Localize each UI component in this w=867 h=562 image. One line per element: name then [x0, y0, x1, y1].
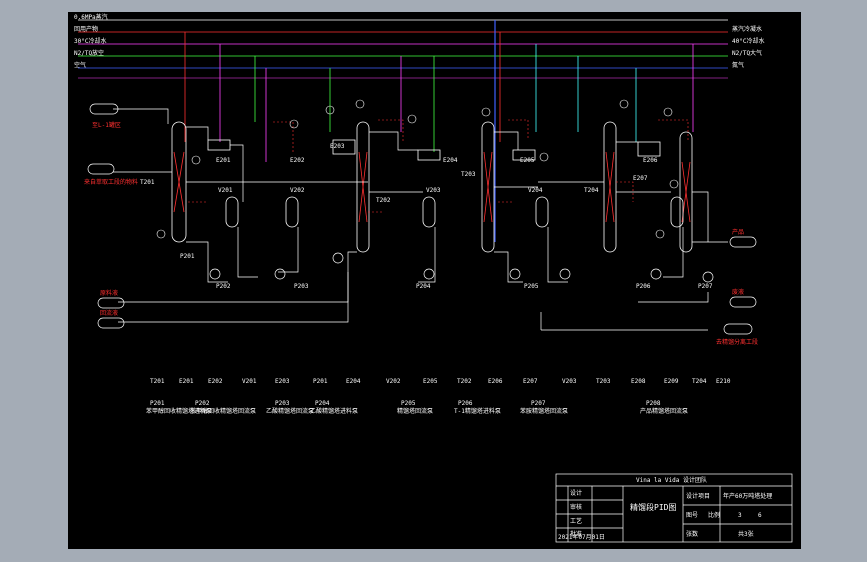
utility-label-0: 0.6MPa蒸汽: [74, 13, 108, 21]
legend-header: T201 E201 E202 V201 E203 P201 E204 V202 …: [150, 378, 731, 385]
io-label-top-left: 至L-1罐区: [92, 121, 121, 129]
equipment-label-17: P207: [698, 283, 713, 290]
legend-row-name-2: 乙酸精馏塔回流泵: [266, 407, 314, 415]
title-row-2: 工艺: [570, 517, 582, 525]
legend-code-11: E207: [523, 378, 538, 385]
utility-label-2: 30°C冷却水: [74, 37, 106, 45]
scale-value: 6: [758, 512, 762, 519]
legend-code-4: E203: [275, 378, 290, 385]
utility-return-0: 蒸汽冷凝水: [732, 25, 762, 33]
project-label: 设计项目: [686, 492, 710, 500]
equipment-label-1: E202: [290, 157, 305, 164]
utility-label-4: 空气: [74, 61, 86, 69]
utility-return-2: N2/TQ大气: [732, 49, 762, 57]
title-row-0: 设计: [570, 489, 582, 497]
legend-code-13: T203: [596, 378, 611, 385]
drawing-no-label: 图号: [686, 512, 698, 519]
instrument-bubbles: [156, 99, 679, 239]
legend-code-15: E209: [664, 378, 679, 385]
equipment-label-5: E206: [643, 157, 658, 164]
sheet-value: 共3张: [738, 530, 754, 538]
legend-code-0: T201: [150, 378, 165, 385]
sheet-label: 张数: [686, 530, 698, 538]
pid-diagram: 0.6MPa蒸汽 回用产物 30°C冷却水 N2/TQ放空 空气 蒸汽冷凝水 4…: [74, 13, 793, 543]
legend-row-name-7: 产品精馏塔回流泵: [640, 407, 688, 415]
equipment-label-15: P205: [524, 283, 539, 290]
io-label-right-1: 产品: [732, 228, 744, 236]
utility-label-1: 回用产物: [74, 25, 98, 33]
legend-row-code-7: P208: [646, 400, 661, 407]
legend-code-10: E206: [488, 378, 503, 385]
drawing-date: 2021年07月01日: [558, 533, 605, 541]
equipment-label-3: E204: [443, 157, 458, 164]
scale-label: 比例: [708, 511, 720, 519]
io-label-right-2: 废液: [732, 288, 744, 296]
io-terminals: [87, 103, 757, 335]
legend-code-7: V202: [386, 378, 401, 385]
equipment-label-4: E205: [520, 157, 535, 164]
io-label-left-2: 回流液: [100, 309, 118, 317]
project-value: 年产60万吨塔处理: [723, 492, 772, 500]
vessels: [207, 139, 684, 228]
legend-row-code-1: P202: [195, 400, 210, 407]
io-label-right-3: 去精馏分离工段: [716, 338, 758, 346]
equipment-label-8: V202: [290, 187, 305, 194]
legend-code-14: E208: [631, 378, 646, 385]
io-label-left-1: 原料液: [100, 289, 118, 297]
process-lines: [113, 108, 728, 331]
legend-row-code-3: P204: [315, 400, 330, 407]
utility-lines: [78, 19, 728, 79]
legend-code-2: E202: [208, 378, 223, 385]
legend-code-17: E210: [716, 378, 731, 385]
pumps: [209, 252, 714, 283]
drawing-no-value: 3: [738, 512, 742, 519]
legend-rows: P201 苯甲醇回收精馏塔进料泵 P202 苯甲醇回收精馏塔回流泵 P203 乙…: [146, 400, 688, 415]
legend-code-12: V203: [562, 378, 577, 385]
utility-return-3: 氮气: [732, 61, 744, 69]
equipment-label-16: P206: [636, 283, 651, 290]
tower-label-3: T204: [584, 187, 599, 194]
legend-row-code-0: P201: [150, 400, 165, 407]
legend-code-9: T202: [457, 378, 472, 385]
equipment-labels: E201 E202 E203 E204 E205 E206 E207 V201 …: [180, 143, 713, 290]
io-label-feed: 来自萃取工段的物料: [84, 178, 138, 186]
utility-drops: [184, 20, 694, 242]
equipment-label-9: V203: [426, 187, 441, 194]
equipment-label-0: E201: [216, 157, 231, 164]
legend-code-3: V201: [242, 378, 257, 385]
tower-label-1: T202: [376, 197, 391, 204]
legend-row-name-4: 精馏塔回流泵: [397, 407, 433, 415]
legend-row-code-6: P207: [531, 400, 546, 407]
legend-row-name-6: 苯胺精馏塔回流泵: [520, 407, 568, 415]
equipment-label-11: P201: [180, 253, 195, 260]
legend-code-16: T204: [692, 378, 707, 385]
equipment-label-13: P203: [294, 283, 309, 290]
utility-label-3: N2/TQ放空: [74, 49, 104, 57]
legend-code-8: E205: [423, 378, 438, 385]
legend-row-code-5: P206: [458, 400, 473, 407]
legend-code-6: E204: [346, 378, 361, 385]
legend-code-1: E201: [179, 378, 194, 385]
drawing-name: 精馏段PID图: [630, 502, 676, 512]
instrument-lines: [188, 119, 689, 213]
equipment-label-14: P204: [416, 283, 431, 290]
legend-row-code-4: P205: [401, 400, 416, 407]
legend-code-5: P201: [313, 378, 328, 385]
drawing-sheet: 0.6MPa蒸汽 回用产物 30°C冷却水 N2/TQ放空 空气 蒸汽冷凝水 4…: [68, 12, 801, 549]
title-stamp: Vina la Vida 设计团队: [636, 476, 707, 484]
utility-return-1: 40°C冷却水: [732, 37, 764, 45]
equipment-label-2: E203: [330, 143, 345, 150]
legend-row-name-5: T-1精馏塔进料泵: [454, 407, 501, 415]
title-row-1: 审核: [570, 503, 582, 511]
equipment-label-7: V201: [218, 187, 233, 194]
equipment-label-10: V204: [528, 187, 543, 194]
legend-row-name-1: 苯甲醇回收精馏塔回流泵: [190, 407, 256, 415]
equipment-label-12: P202: [216, 283, 231, 290]
equipment-label-6: E207: [633, 175, 648, 182]
legend-row-code-2: P203: [275, 400, 290, 407]
tower-label-2: T203: [461, 171, 476, 178]
legend-row-name-3: 乙酸精馏塔进料泵: [310, 407, 358, 415]
tower-label-0: T201: [140, 179, 155, 186]
